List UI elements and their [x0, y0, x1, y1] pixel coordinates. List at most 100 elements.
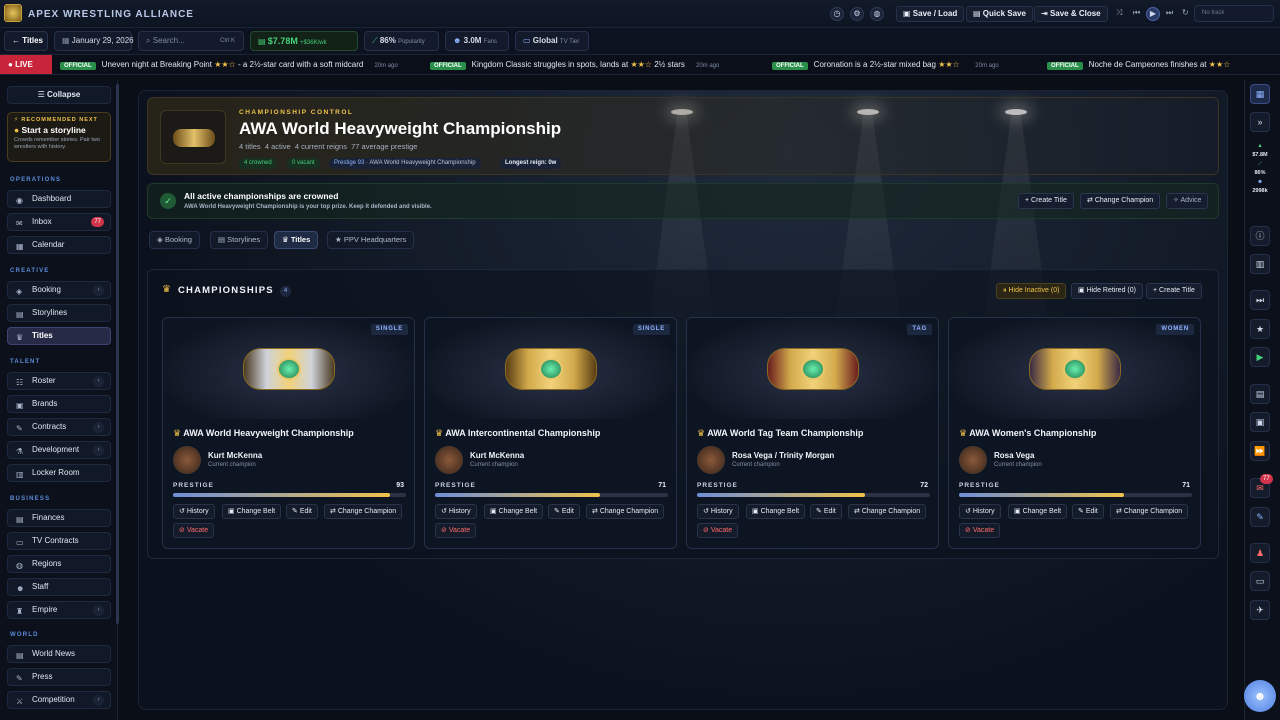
recommended-card[interactable]: ⚡ RECOMMENDED NEXT ● Start a storyline C… — [7, 112, 111, 162]
championship-card[interactable]: SINGLE ♛ AWA World Heavyweight Champions… — [162, 317, 415, 549]
champion-name[interactable]: Kurt McKenna — [470, 451, 524, 460]
sidebar-item-storylines[interactable]: ▤ Storylines — [7, 304, 111, 322]
avatar[interactable] — [697, 446, 725, 474]
hide-inactive-toggle[interactable]: ⏸ Hide Inactive (0) — [996, 283, 1067, 299]
collapse-button[interactable]: ☰ Collapse — [7, 86, 111, 104]
sidebar-item-competition[interactable]: ⚔ Competition › — [7, 691, 111, 709]
search-input[interactable]: ⌕ Search... Ctrl K — [138, 31, 244, 51]
person-icon[interactable]: ♟ — [1250, 543, 1270, 563]
previous-icon[interactable]: ⏮ — [1133, 8, 1140, 18]
championship-card[interactable]: SINGLE ♛ AWA Intercontinental Championsh… — [424, 317, 677, 549]
champion-name[interactable]: Kurt McKenna — [208, 451, 262, 460]
play-icon[interactable]: ▶ — [1250, 347, 1270, 367]
ticker-item[interactable]: OFFICIAL Uneven night at Breaking Point ★… — [60, 59, 398, 71]
settings-icon[interactable]: ⚙ — [850, 7, 864, 21]
vacate-button[interactable]: ⊘ Vacate — [173, 523, 215, 538]
sidebar-item-staff[interactable]: ☻ Staff — [7, 578, 111, 596]
vacate-button[interactable]: ⊘ Vacate — [435, 523, 477, 538]
ticker-text: Uneven night at Breaking Point — [101, 60, 212, 69]
card-icon[interactable]: ▭ — [1250, 571, 1270, 591]
sidebar-item-tv-contracts[interactable]: ▭ TV Contracts — [7, 532, 111, 550]
hide-retired-toggle[interactable]: ▣ Hide Retired (0) — [1071, 283, 1143, 299]
edit-button[interactable]: ✎ Edit — [1072, 504, 1104, 519]
plane-icon[interactable]: ✈ — [1250, 600, 1270, 620]
news-icon: ▤ — [16, 651, 24, 660]
avatar[interactable] — [435, 446, 463, 474]
sidebar-item-roster[interactable]: ☷ Roster › — [7, 372, 111, 390]
tab-storylines[interactable]: ▤ Storylines — [210, 231, 269, 249]
next-icon[interactable]: ⏭ — [1166, 8, 1173, 18]
edit-button[interactable]: ✎ Edit — [286, 504, 318, 519]
change-champion-button[interactable]: ⇄ Change Champion — [586, 504, 665, 519]
tab-booking[interactable]: ◈ Booking — [149, 231, 200, 249]
championship-card[interactable]: TAG ♛ AWA World Tag Team Championship Ro… — [686, 317, 939, 549]
ticker-item[interactable]: OFFICIAL Kingdom Classic struggles in spo… — [430, 59, 719, 71]
assistant-avatar-button[interactable]: ☻ — [1244, 680, 1276, 712]
champion-name[interactable]: Rosa Vega / Trinity Morgan — [732, 451, 834, 460]
quick-save-button[interactable]: ▤ Quick Save — [966, 6, 1033, 22]
change-belt-button[interactable]: ▣ Change Belt — [484, 504, 544, 519]
sidebar-item-booking[interactable]: ◈ Booking › — [7, 281, 111, 299]
create-title-button[interactable]: + Create Title — [1018, 193, 1074, 209]
champion-name[interactable]: Rosa Vega — [994, 451, 1034, 460]
sidebar-item-finances[interactable]: ▤ Finances — [7, 509, 111, 527]
history-button[interactable]: ↺ History — [435, 504, 477, 519]
sidebar-item-calendar[interactable]: ▦ Calendar — [7, 236, 111, 254]
edit-button[interactable]: ✎ Edit — [548, 504, 580, 519]
history-button[interactable]: ↺ History — [173, 504, 215, 519]
sidebar-item-brands[interactable]: ▣ Brands — [7, 395, 111, 413]
sidebar-item-dashboard[interactable]: ◉ Dashboard — [7, 190, 111, 208]
sidebar-item-inbox[interactable]: ✉ Inbox 77 — [7, 213, 111, 231]
info-icon[interactable]: ⓘ — [1250, 226, 1270, 246]
fast-forward-icon[interactable]: ⏩ — [1250, 441, 1270, 461]
change-champion-button[interactable]: ⇄ Change Champion — [1080, 193, 1161, 209]
sidebar-item-contracts[interactable]: ✎ Contracts › — [7, 418, 111, 436]
change-champion-button[interactable]: ⇄ Change Champion — [848, 504, 927, 519]
archive-icon[interactable]: ▣ — [1250, 412, 1270, 432]
booking-icon: ◈ — [16, 287, 23, 296]
prestige-label: PRESTIGE — [435, 482, 476, 489]
change-champion-button[interactable]: ⇄ Change Champion — [1110, 504, 1189, 519]
championship-card[interactable]: WOMEN ♛ AWA Women's Championship Rosa Ve… — [948, 317, 1201, 549]
document-icon[interactable]: ▤ — [1250, 384, 1270, 404]
shuffle-icon[interactable]: ⤨ — [1116, 8, 1122, 18]
sidebar-scrollbar[interactable] — [116, 84, 119, 624]
back-button[interactable]: ← Titles — [4, 31, 48, 51]
vacate-button[interactable]: ⊘ Vacate — [697, 523, 739, 538]
tab-titles[interactable]: ♛ Titles — [274, 231, 319, 249]
sidebar-item-titles[interactable]: ♛ Titles — [7, 327, 111, 345]
avatar[interactable] — [173, 446, 201, 474]
star-icon[interactable]: ★ — [1250, 319, 1270, 339]
repeat-icon[interactable]: ↻ — [1182, 8, 1189, 17]
history-button[interactable]: ↺ History — [697, 504, 739, 519]
create-title-button-secondary[interactable]: + Create Title — [1146, 283, 1202, 299]
save-close-button[interactable]: ⇥ Save & Close — [1034, 6, 1108, 22]
ticker-item[interactable]: OFFICIAL Coronation is a 2½-star mixed ba… — [772, 59, 999, 71]
change-belt-button[interactable]: ▣ Change Belt — [222, 504, 282, 519]
play-icon[interactable]: ▶ — [1146, 7, 1160, 21]
clock-icon[interactable]: ◷ — [830, 7, 844, 21]
ticker-item[interactable]: OFFICIAL Noche de Campeones finishes at ★… — [1047, 59, 1230, 71]
sidebar-item-world-news[interactable]: ▤ World News — [7, 645, 111, 663]
sidebar-item-locker-room[interactable]: ▥ Locker Room — [7, 464, 111, 482]
change-champion-button[interactable]: ⇄ Change Champion — [324, 504, 403, 519]
globe-icon[interactable]: ◍ — [870, 7, 884, 21]
change-belt-button[interactable]: ▣ Change Belt — [1008, 504, 1068, 519]
clipboard-icon[interactable]: ▥ — [1250, 254, 1270, 274]
sidebar-item-regions[interactable]: ◍ Regions — [7, 555, 111, 573]
vacate-button[interactable]: ⊘ Vacate — [959, 523, 1001, 538]
skip-icon[interactable]: ⏭ — [1250, 290, 1270, 310]
expand-icon[interactable]: » — [1250, 112, 1270, 132]
layout-icon[interactable]: ▦ — [1250, 84, 1270, 104]
tab-ppv-headquarters[interactable]: ★ PPV Headquarters — [327, 231, 415, 249]
sidebar-item-development[interactable]: ⚗ Development › — [7, 441, 111, 459]
save-load-button[interactable]: ▣ Save / Load — [896, 6, 965, 22]
edit-icon[interactable]: ✎ — [1250, 507, 1270, 527]
edit-button[interactable]: ✎ Edit — [810, 504, 842, 519]
sidebar-item-empire[interactable]: ♜ Empire › — [7, 601, 111, 619]
change-belt-button[interactable]: ▣ Change Belt — [746, 504, 806, 519]
advice-button[interactable]: ✧ Advice — [1166, 193, 1209, 209]
avatar[interactable] — [959, 446, 987, 474]
sidebar-item-press[interactable]: ✎ Press — [7, 668, 111, 686]
history-button[interactable]: ↺ History — [959, 504, 1001, 519]
